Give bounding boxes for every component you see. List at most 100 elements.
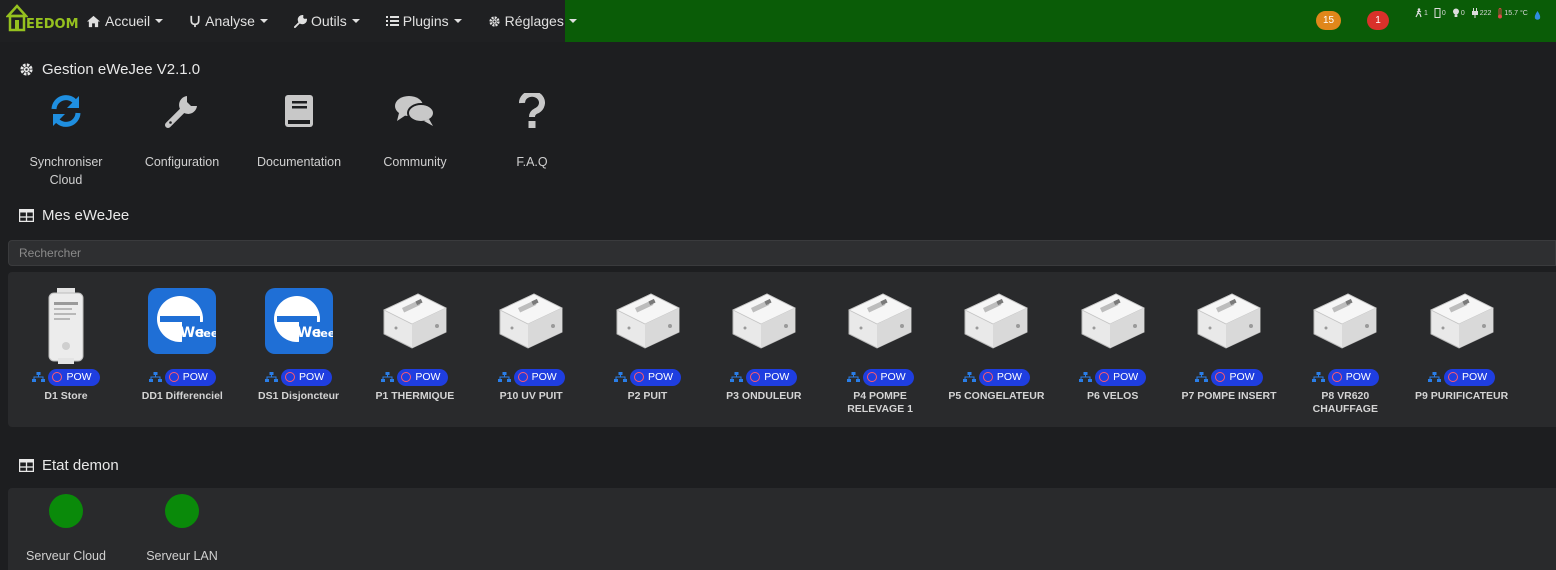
light-status[interactable]: 0 xyxy=(1452,8,1465,18)
demon-cloud-label: Serveur Cloud xyxy=(26,549,106,563)
svg-text:lee: lee xyxy=(200,327,216,340)
device-name: P7 POMPE INSERT xyxy=(1181,390,1277,402)
device-name: P1 THERMIQUE xyxy=(375,390,455,402)
alerts-badge[interactable]: 1 xyxy=(1367,11,1389,30)
documentation-action[interactable]: Documentation xyxy=(249,93,349,171)
pow-tag: POW xyxy=(978,368,1030,386)
stethoscope-icon xyxy=(190,15,200,27)
navbar-status-area xyxy=(565,0,1556,42)
device-card[interactable]: POW D1 Store xyxy=(8,288,124,403)
menu-plugins[interactable]: Plugins xyxy=(385,0,462,42)
power-off-icon xyxy=(1099,372,1110,382)
demon-title: Etat demon xyxy=(19,457,119,474)
motion-icon xyxy=(1415,8,1422,18)
menu-accueil[interactable]: Accueil xyxy=(86,0,164,42)
messages-badge[interactable]: 15 xyxy=(1316,11,1341,30)
status-indicator-icon xyxy=(165,494,199,528)
pow-tag: POW xyxy=(629,368,682,386)
search-input[interactable] xyxy=(8,240,1556,266)
community-action[interactable]: Community xyxy=(365,93,465,171)
device-name: P10 UV PUIT xyxy=(499,390,563,402)
pow-tag-label: POW xyxy=(66,371,92,383)
demon-lan-label: Serveur LAN xyxy=(146,549,218,563)
thermometer-icon xyxy=(1498,7,1503,18)
chevron-down-icon xyxy=(155,19,164,23)
light-value: 0 xyxy=(1460,9,1465,17)
pow-tag-label: POW xyxy=(996,371,1022,383)
gears-icon xyxy=(20,63,33,76)
pow-tag-label: POW xyxy=(1462,371,1488,383)
door-status[interactable]: 0 xyxy=(1434,8,1446,18)
table-icon xyxy=(19,459,34,472)
network-icon xyxy=(32,371,46,382)
network-icon xyxy=(1195,371,1209,382)
device-card[interactable]: We lee POW DS1 Disjoncteur xyxy=(241,288,357,403)
faq-action[interactable]: F.A.Q xyxy=(482,93,582,171)
device-card[interactable]: POW P7 POMPE INSERT xyxy=(1171,288,1287,403)
pow-tag-label: POW xyxy=(1229,371,1255,383)
network-icon xyxy=(613,371,627,382)
demon-lan[interactable]: Serveur LAN xyxy=(124,494,240,563)
devices-title: Mes eWeJee xyxy=(19,207,129,224)
device-card[interactable]: POW P5 CONGELATEUR xyxy=(938,288,1054,403)
device-card[interactable]: POW P9 PURIFICATEUR xyxy=(1404,288,1520,403)
motion-status[interactable]: 1 xyxy=(1414,8,1428,18)
sonoff-pow-icon xyxy=(964,293,1029,349)
pow-tag-label: POW xyxy=(415,371,441,383)
sonoff-pow-icon xyxy=(1313,293,1378,349)
sonoff-pow-icon xyxy=(382,293,447,349)
menu-reglages[interactable]: Réglages xyxy=(488,0,577,42)
device-card[interactable]: POW P4 POMPE RELEVAGE 1 xyxy=(822,288,938,416)
device-card[interactable]: POW P10 UV PUIT xyxy=(473,288,589,403)
pow-tag: POW xyxy=(164,368,216,386)
demon-cloud[interactable]: Serveur Cloud xyxy=(8,494,124,563)
question-icon xyxy=(519,93,545,128)
sonoff-pow-icon xyxy=(731,293,796,349)
ewelink-logo-icon: Welee xyxy=(264,288,333,354)
main-menu: Accueil Analyse Outils Plugins Réglages xyxy=(86,0,603,42)
motion-value: 1 xyxy=(1424,9,1428,17)
chevron-down-icon xyxy=(453,19,462,23)
temperature-value: 15.7 °C xyxy=(1504,9,1528,17)
pow-tag: POW xyxy=(1095,368,1147,386)
device-card[interactable]: POW P6 VELOS xyxy=(1055,288,1171,403)
sonoff-pow-icon xyxy=(499,293,564,349)
configuration-label: Configuration xyxy=(144,155,220,169)
management-title-text: Gestion eWeJee V2.1.0 xyxy=(42,61,201,78)
configuration-action[interactable]: Configuration xyxy=(132,93,232,171)
power-off-icon xyxy=(168,372,179,382)
power-off-icon xyxy=(982,372,993,382)
door-value: 0 xyxy=(1441,9,1446,17)
device-name: P3 ONDULEUR xyxy=(726,390,802,402)
device-card[interactable]: We lee POW DD1 Differenciel xyxy=(124,288,240,403)
chevron-down-icon xyxy=(568,19,577,23)
menu-plugins-label: Plugins xyxy=(402,13,449,29)
status-summary: 1 0 0 222 15.7 °C xyxy=(1414,6,1542,20)
sync-cloud-label-2: Cloud xyxy=(49,173,83,187)
power-status[interactable]: 222 xyxy=(1471,8,1491,18)
device-card[interactable]: POW P3 ONDULEUR xyxy=(706,288,822,403)
top-navbar: EEDOM Accueil Analyse Outils Plugins Rég… xyxy=(0,0,1556,42)
sync-cloud-action[interactable]: Synchroniser Cloud xyxy=(16,93,116,189)
ewelink-logo-icon: Welee xyxy=(148,288,217,354)
menu-reglages-label: Réglages xyxy=(504,13,564,29)
network-icon xyxy=(497,371,511,382)
demon-title-text: Etat demon xyxy=(42,457,119,474)
network-icon xyxy=(381,371,395,382)
network-icon xyxy=(265,371,279,382)
menu-analyse[interactable]: Analyse xyxy=(189,0,268,42)
power-off-icon xyxy=(517,372,528,382)
device-card[interactable]: POW P8 VR620 CHAUFFAGE xyxy=(1287,288,1403,416)
jeedom-logo[interactable]: EEDOM xyxy=(4,4,79,36)
door-icon xyxy=(1434,8,1441,18)
device-card[interactable]: POW P1 THERMIQUE xyxy=(357,288,473,403)
device-name: P5 CONGELATEUR xyxy=(948,390,1045,402)
device-name: P8 VR620 CHAUFFAGE xyxy=(1312,390,1378,415)
device-card[interactable]: POW P2 PUIT xyxy=(590,288,706,403)
comments-icon xyxy=(395,96,435,126)
chevron-down-icon xyxy=(259,19,268,23)
network-icon xyxy=(846,371,860,382)
pow-tag-label: POW xyxy=(764,371,790,383)
menu-outils[interactable]: Outils xyxy=(293,0,360,42)
temperature-status[interactable]: 15.7 °C xyxy=(1497,7,1528,19)
